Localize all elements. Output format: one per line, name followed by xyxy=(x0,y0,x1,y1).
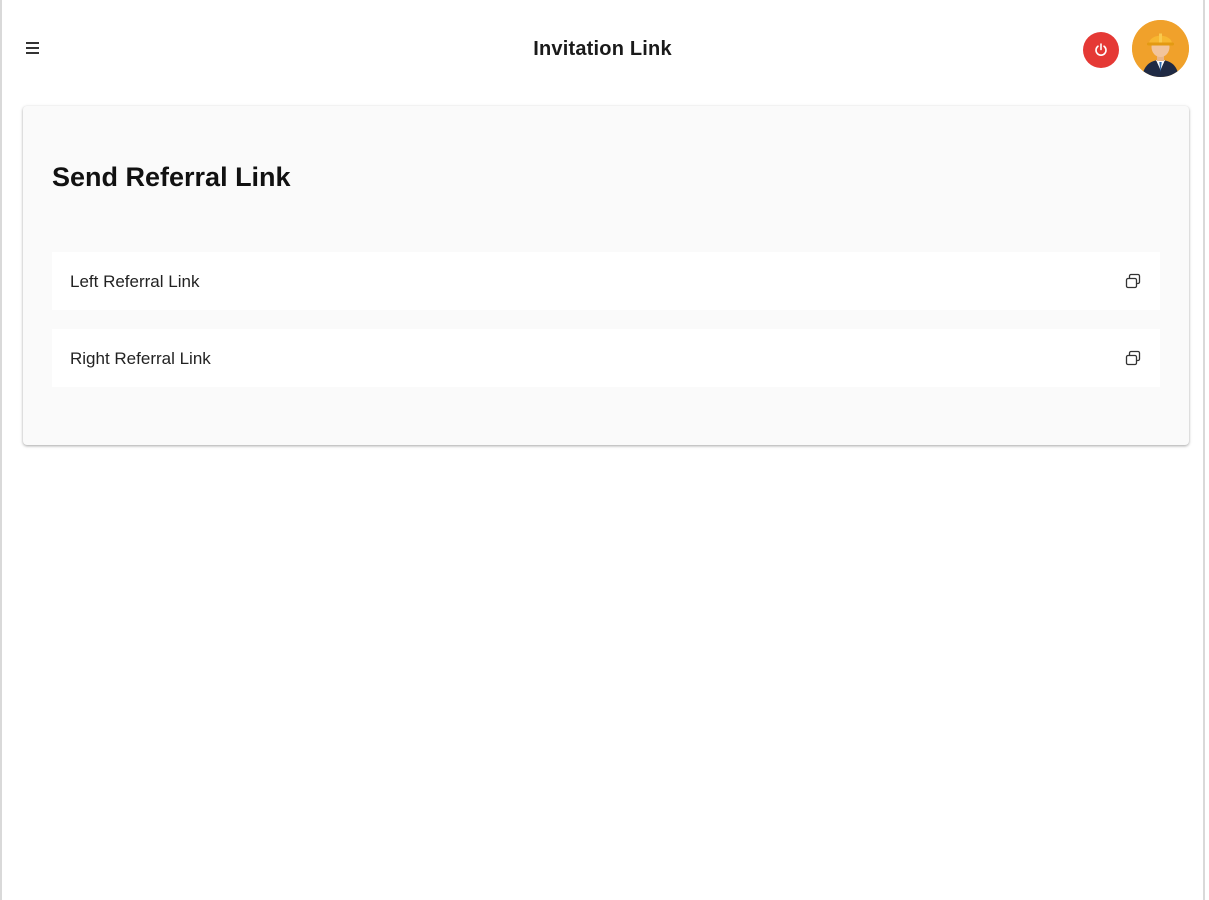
referral-card: Send Referral Link Left Referral Link Ri… xyxy=(23,106,1189,445)
right-referral-link-row[interactable]: Right Referral Link xyxy=(52,329,1160,387)
user-avatar-icon[interactable] xyxy=(1132,20,1189,77)
copy-icon[interactable] xyxy=(1124,349,1142,367)
right-referral-link-label: Right Referral Link xyxy=(70,349,211,368)
left-referral-link-row[interactable]: Left Referral Link xyxy=(52,252,1160,310)
page-title: Invitation Link xyxy=(533,38,672,60)
copy-icon[interactable] xyxy=(1124,272,1142,290)
avatar-image xyxy=(1132,20,1189,77)
card-title: Send Referral Link xyxy=(52,162,291,192)
left-referral-link-label: Left Referral Link xyxy=(70,272,200,291)
power-icon xyxy=(1095,43,1107,56)
logout-button[interactable] xyxy=(1083,32,1119,68)
app-frame: Invitation Link Send Referral Link Left … xyxy=(0,0,1205,900)
top-bar: Invitation Link xyxy=(2,0,1203,98)
